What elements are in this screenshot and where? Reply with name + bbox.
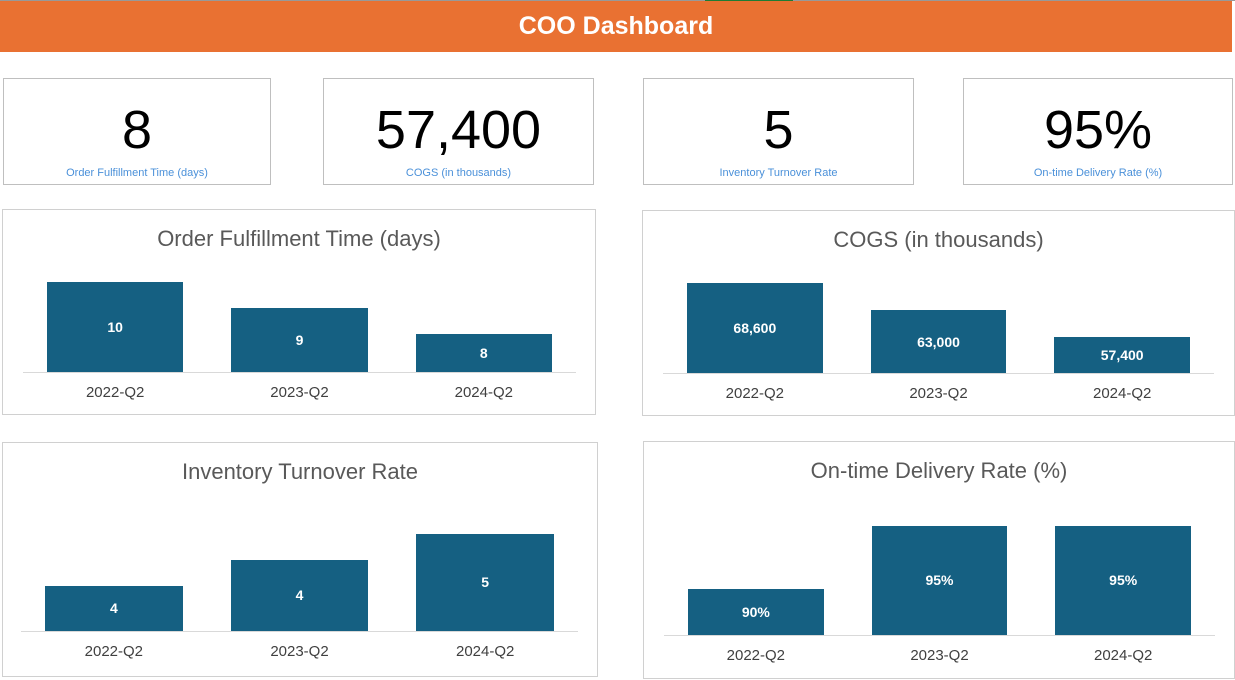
- bar[interactable]: 4: [230, 559, 369, 631]
- chart-title: COGS (in thousands): [833, 227, 1044, 252]
- plot-area: 68,600 2022-Q2 63,000 2023-Q2 57,400 2024-Q2: [663, 273, 1214, 402]
- chart-title: Inventory Turnover Rate: [181, 459, 418, 484]
- kpi-card-order-fulfillment: 8 Order Fulfillment Time (days): [3, 78, 271, 185]
- bar-column: 4 2022-Q2: [21, 531, 207, 660]
- x-tick-label: 2022-Q2: [725, 385, 785, 402]
- kpi-card-on-time-delivery: 95% On-time Delivery Rate (%): [963, 78, 1233, 185]
- chart-inventory-turnover[interactable]: Inventory Turnover Rate 4 2022-Q2 4 2023-Q2…: [2, 442, 598, 677]
- x-tick-label: 2022-Q2: [85, 384, 145, 401]
- dashboard-title: COO Dashboard: [518, 12, 714, 40]
- data-label: 10: [107, 319, 123, 336]
- bar[interactable]: 57,400: [1054, 337, 1191, 373]
- kpi-value: 95%: [1043, 100, 1153, 160]
- data-label: 5: [481, 574, 490, 591]
- kpi-value: 8: [121, 100, 153, 160]
- bar[interactable]: 10: [47, 282, 184, 372]
- bar[interactable]: 5: [416, 533, 555, 631]
- kpi-card-cogs: 57,400 COGS (in thousands): [323, 78, 594, 185]
- kpi-label: Inventory Turnover Rate: [719, 167, 838, 179]
- data-label: 4: [109, 600, 118, 617]
- kpi-value: 5: [763, 100, 794, 160]
- bar[interactable]: 9: [231, 307, 368, 372]
- data-label: 68,600: [733, 320, 777, 337]
- bar[interactable]: 8: [415, 333, 552, 372]
- bar-column: 95% 2024-Q2: [1031, 522, 1215, 664]
- x-tick-label: 2024-Q2: [455, 643, 515, 660]
- bar[interactable]: 95%: [871, 525, 1008, 635]
- bar-column: 57,400 2024-Q2: [1030, 273, 1214, 402]
- data-label: 95%: [1109, 572, 1138, 589]
- x-tick-label: 2024-Q2: [1093, 647, 1153, 664]
- bar-column: 4 2023-Q2: [207, 531, 393, 660]
- chart-cogs[interactable]: COGS (in thousands) 68,600 2022-Q2 63,000 2…: [642, 210, 1235, 416]
- bar[interactable]: 63,000: [870, 310, 1007, 373]
- chart-title: On-time Delivery Rate (%): [810, 458, 1068, 483]
- x-tick-label: 2022-Q2: [84, 643, 144, 660]
- x-tick-label: 2022-Q2: [726, 647, 786, 664]
- plot-area: 4 2022-Q2 4 2023-Q2 5 2024-Q2: [21, 531, 578, 660]
- chart-on-time-delivery[interactable]: On-time Delivery Rate (%) 90% 2022-Q2 95% 2…: [643, 441, 1235, 679]
- x-tick-label: 2023-Q2: [909, 385, 968, 402]
- chart-order-fulfillment[interactable]: Order Fulfillment Time (days) 10 2022-Q2 9…: [2, 209, 596, 415]
- bar-column: 8 2024-Q2: [392, 272, 576, 401]
- bar-column: 10 2022-Q2: [23, 272, 207, 401]
- bar-column: 63,000 2023-Q2: [847, 273, 1031, 402]
- bar-column: 68,600 2022-Q2: [663, 273, 847, 402]
- bar[interactable]: 4: [45, 585, 183, 631]
- kpi-label: On-time Delivery Rate (%): [1033, 167, 1163, 179]
- kpi-label: Order Fulfillment Time (days): [66, 167, 208, 179]
- plot-area: 90% 2022-Q2 95% 2023-Q2 95% 2024-Q2: [664, 522, 1215, 664]
- data-label: 9: [295, 331, 304, 348]
- data-label: 57,400: [1100, 347, 1144, 364]
- bar-column: 90% 2022-Q2: [664, 522, 848, 664]
- data-label: 8: [479, 344, 488, 361]
- kpi-label: COGS (in thousands): [405, 167, 512, 179]
- dashboard-header: COO Dashboard: [0, 1, 1232, 52]
- x-tick-label: 2024-Q2: [454, 384, 513, 401]
- bar-column: 95% 2023-Q2: [848, 522, 1032, 664]
- bar[interactable]: 95%: [1055, 525, 1192, 635]
- kpi-value: 57,400: [375, 100, 542, 160]
- x-tick-label: 2023-Q2: [910, 647, 969, 664]
- x-tick-label: 2024-Q2: [1092, 385, 1152, 402]
- data-label: 95%: [925, 572, 954, 589]
- x-tick-label: 2023-Q2: [270, 643, 329, 660]
- data-label: 63,000: [917, 333, 960, 350]
- bar[interactable]: 68,600: [687, 283, 823, 373]
- data-label: 4: [295, 587, 304, 604]
- chart-title: Order Fulfillment Time (days): [157, 226, 441, 251]
- bar-column: 5 2024-Q2: [392, 531, 578, 660]
- x-tick-label: 2023-Q2: [270, 384, 329, 401]
- data-label: 90%: [741, 603, 770, 620]
- bar[interactable]: 90%: [688, 588, 824, 635]
- bar-column: 9 2023-Q2: [207, 272, 391, 401]
- kpi-card-inventory-turnover: 5 Inventory Turnover Rate: [643, 78, 914, 185]
- plot-area: 10 2022-Q2 9 2023-Q2 8 2024-Q2: [23, 272, 576, 401]
